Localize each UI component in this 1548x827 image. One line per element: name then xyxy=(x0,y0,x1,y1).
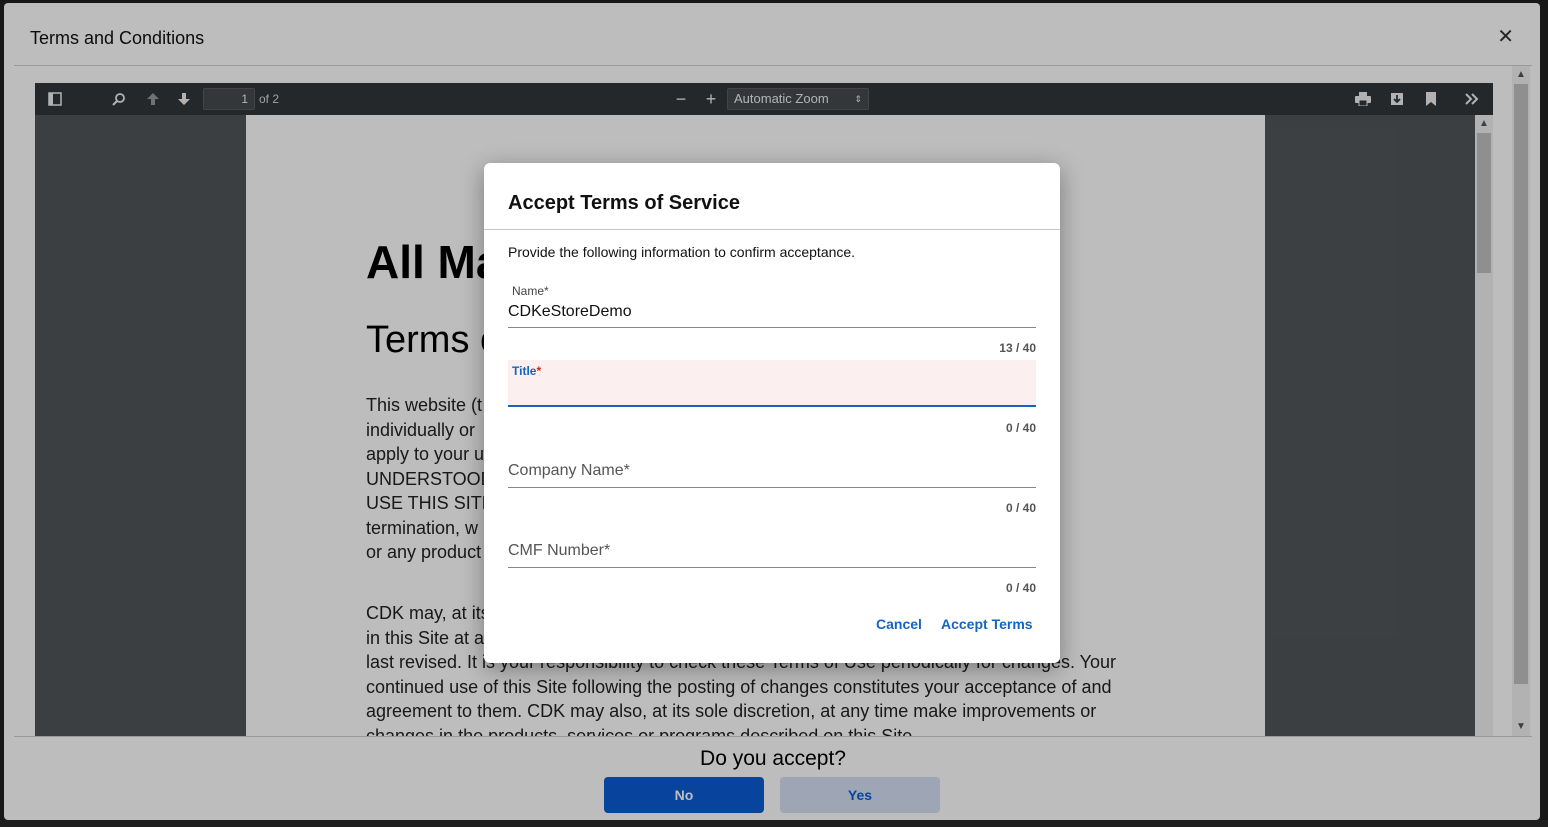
dialog-description: Provide the following information to con… xyxy=(508,244,856,260)
title-field-background xyxy=(508,360,1036,407)
cmf-number-label: CMF Number* xyxy=(508,542,611,559)
title-field[interactable]: Title* 0 / 40 xyxy=(508,360,1036,440)
accept-terms-button[interactable]: Accept Terms xyxy=(941,616,1033,632)
dialog-divider xyxy=(484,229,1060,230)
title-field-counter: 0 / 40 xyxy=(1005,421,1036,435)
company-name-field[interactable]: Company Name* 0 / 40 xyxy=(508,460,1036,520)
name-field-counter: 13 / 40 xyxy=(999,341,1036,355)
company-name-counter: 0 / 40 xyxy=(1005,501,1036,515)
name-field[interactable]: Name* CDKeStoreDemo 13 / 40 xyxy=(508,283,1036,361)
cmf-number-underline xyxy=(508,567,1036,568)
name-field-label: Name* xyxy=(512,284,549,298)
cancel-button[interactable]: Cancel xyxy=(876,616,922,632)
cmf-number-counter: 0 / 40 xyxy=(1005,581,1036,595)
name-field-underline xyxy=(508,327,1036,328)
name-field-value[interactable]: CDKeStoreDemo xyxy=(508,303,632,321)
accept-terms-dialog: Accept Terms of Service Provide the foll… xyxy=(484,163,1060,663)
title-field-label: Title* xyxy=(512,364,542,378)
dialog-title: Accept Terms of Service xyxy=(508,192,740,214)
company-name-underline xyxy=(508,487,1036,488)
company-name-label: Company Name* xyxy=(508,462,630,479)
cmf-number-field[interactable]: CMF Number* 0 / 40 xyxy=(508,540,1036,600)
title-field-underline xyxy=(508,405,1036,407)
